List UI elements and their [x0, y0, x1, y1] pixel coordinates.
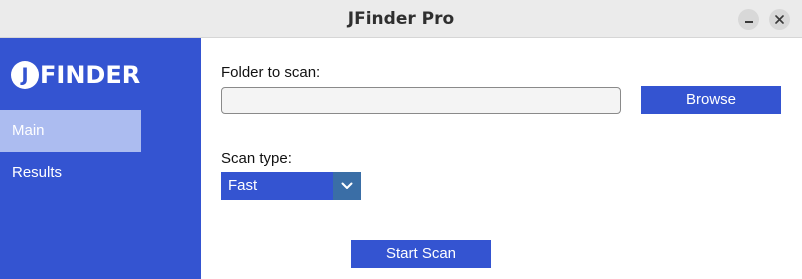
- minimize-button[interactable]: [738, 9, 759, 30]
- logo-text: FINDER: [40, 60, 141, 89]
- sidebar-item-label: Results: [12, 164, 63, 181]
- app-logo: J FINDER: [11, 60, 140, 89]
- chevron-down-icon: [341, 182, 353, 189]
- scan-type-value: Fast: [228, 177, 258, 194]
- scan-type-select[interactable]: Fast: [221, 172, 361, 200]
- sidebar-item-main[interactable]: Main: [0, 110, 141, 152]
- sidebar-item-label: Main: [12, 122, 45, 139]
- start-scan-button[interactable]: Start Scan: [351, 240, 491, 268]
- folder-input[interactable]: [221, 87, 621, 114]
- window-title: JFinder Pro: [347, 9, 455, 29]
- dropdown-toggle[interactable]: [333, 172, 361, 200]
- close-icon: [775, 15, 784, 24]
- folder-label: Folder to scan:: [221, 64, 321, 81]
- scan-type-label: Scan type:: [221, 150, 292, 167]
- sidebar: J FINDER Main Results: [0, 38, 201, 279]
- minimize-icon: [744, 20, 753, 23]
- title-bar: JFinder Pro: [0, 0, 802, 38]
- close-button[interactable]: [769, 9, 790, 30]
- browse-button[interactable]: Browse: [641, 86, 781, 114]
- logo-mark: J: [11, 60, 39, 89]
- sidebar-item-results[interactable]: Results: [0, 152, 141, 194]
